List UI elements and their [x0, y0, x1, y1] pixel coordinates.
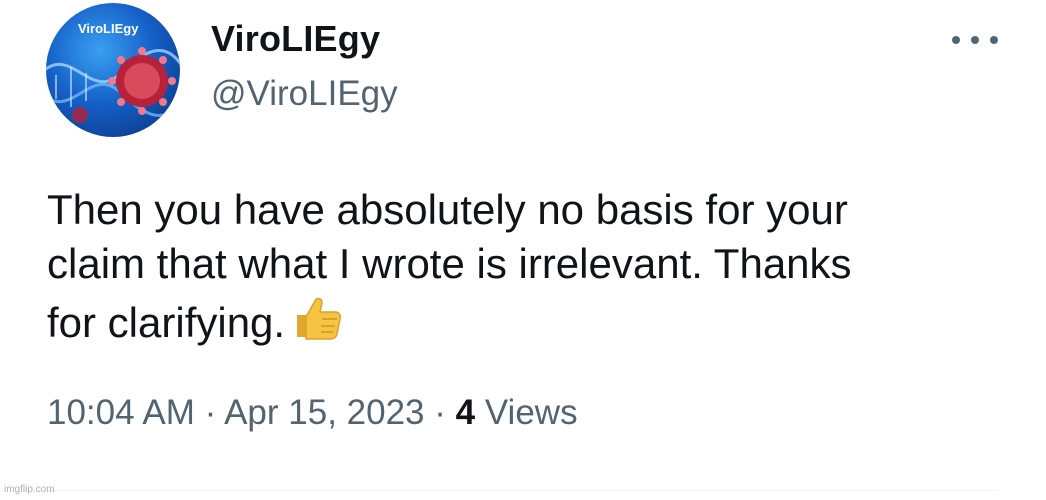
tweet-text-line-last: for clarifying.	[47, 291, 1007, 356]
virus-icon	[108, 47, 176, 115]
more-options-icon	[952, 36, 960, 44]
tweet-text-fragment: for clarifying.	[47, 299, 286, 346]
tweet-card: ViroLIEgy ViroLIEgy @ViroLIEgy Then you …	[0, 0, 1046, 500]
avatar[interactable]: ViroLIEgy	[46, 3, 180, 137]
tweet-text-line: Then you have absolutely no basis for yo…	[47, 186, 848, 233]
avatar-image: ViroLIEgy	[46, 21, 180, 123]
meta-separator: ·	[434, 393, 446, 432]
views-label: Views	[484, 393, 578, 432]
more-options-icon-dot	[990, 36, 998, 44]
user-handle[interactable]: @ViroLIEgy	[211, 74, 398, 114]
meta-separator: ·	[204, 393, 217, 432]
more-options-icon-dot	[971, 36, 979, 44]
watermark: imgflip.com	[4, 484, 55, 495]
tweet-date[interactable]: Apr 15, 2023	[224, 393, 424, 432]
more-options-button[interactable]	[952, 26, 998, 54]
display-name[interactable]: ViroLIEgy	[211, 18, 380, 60]
thumbs-up-icon	[291, 291, 343, 356]
tweet-text-line: claim that what I wrote is irrelevant. T…	[47, 240, 852, 287]
avatar-logo-text: ViroLIEgy	[78, 21, 139, 36]
tweet-text: Then you have absolutely no basis for yo…	[47, 183, 1007, 356]
tweet-metadata: 10:04 AM · Apr 15, 2023 · 4 Views	[47, 393, 578, 433]
views-count: 4	[455, 393, 476, 432]
tweet-time[interactable]: 10:04 AM	[47, 393, 195, 432]
divider	[47, 490, 999, 491]
